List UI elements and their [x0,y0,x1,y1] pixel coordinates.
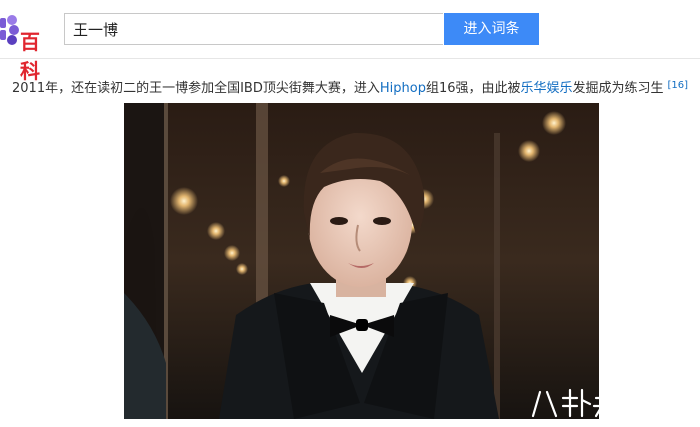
paragraph-text: 组16强，由此被 [425,81,521,96]
yuehua-link[interactable]: 乐华娱乐 [521,81,573,96]
search-box [64,13,443,45]
enter-entry-button[interactable]: 进入词条 [444,13,539,45]
watermark-logo [531,388,656,418]
citation-link[interactable]: [16] [668,80,689,91]
baike-logo[interactable]: 百科 [0,12,60,83]
paragraph-text: 2011年，还在读初二的王一博参加全国IBD顶尖街舞大赛，进入 [12,81,380,96]
header-bar: 百科 进入词条 [0,0,700,83]
article-paragraph: 2011年，还在读初二的王一博参加全国IBD顶尖街舞大赛，进入Hiphop组16… [12,78,692,100]
search-input[interactable] [65,14,443,44]
watermark [530,384,690,420]
logo-text: 百科 [20,30,41,83]
paragraph-text: 发掘成为练习生 [572,81,664,96]
article-photo[interactable] [124,103,599,419]
portrait-image [124,103,599,419]
hiphop-link[interactable]: Hiphop [380,81,426,96]
